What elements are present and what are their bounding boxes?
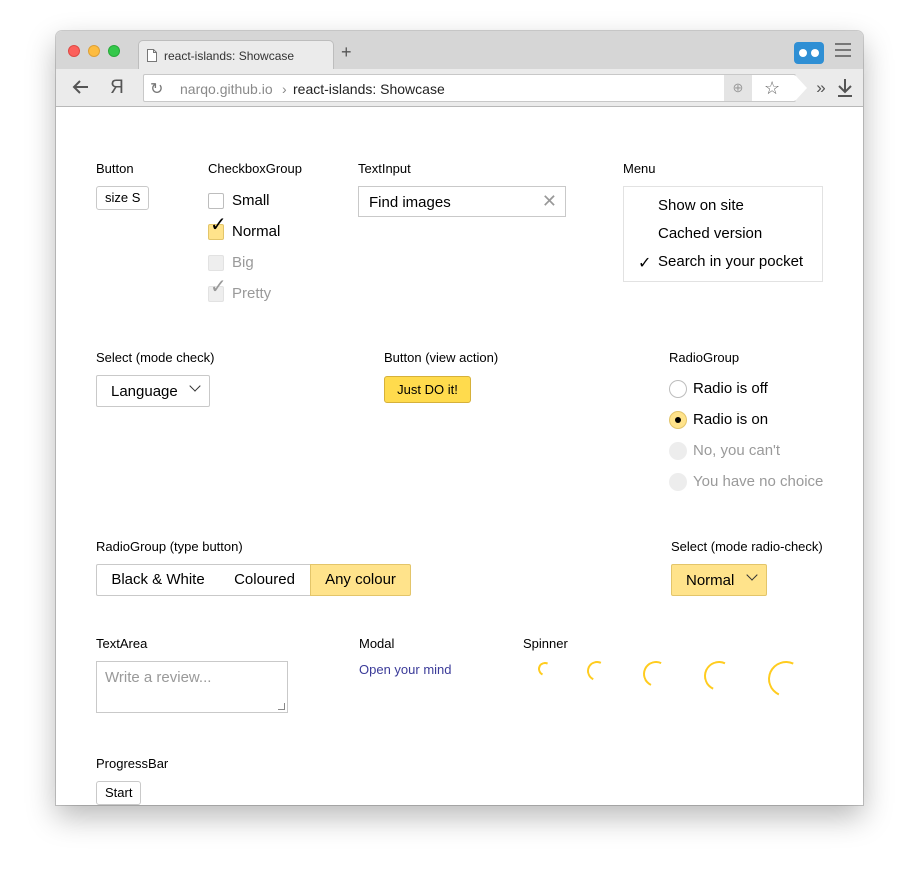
address-bar[interactable]: ↻ narqo.github.io › react-islands: Showc… bbox=[143, 74, 807, 102]
url-domain: narqo.github.io bbox=[180, 81, 273, 97]
page-content: Button size S CheckboxGroup Small ✓ Norm… bbox=[56, 108, 863, 805]
tab-strip: react-islands: Showcase + bbox=[56, 31, 863, 70]
radio-label: Radio is off bbox=[693, 380, 768, 397]
tab-showcase[interactable]: react-islands: Showcase bbox=[138, 40, 334, 70]
menu-item-show-on-site[interactable]: Show on site bbox=[658, 197, 744, 214]
clear-icon[interactable]: ✕ bbox=[542, 192, 557, 210]
search-input[interactable]: Find images ✕ bbox=[358, 186, 566, 217]
select-label: Language bbox=[111, 383, 178, 400]
checkbox-label: Normal bbox=[232, 223, 281, 240]
close-window-button[interactable] bbox=[68, 45, 80, 57]
browser-window: react-islands: Showcase + Я ↻ narqo.gith… bbox=[56, 31, 863, 805]
spinner-xs bbox=[536, 660, 554, 678]
section-title-textarea: TextArea bbox=[96, 636, 148, 651]
more-button[interactable]: » bbox=[811, 78, 831, 98]
search-input-value: Find images bbox=[369, 194, 451, 211]
checkbox-label: Small bbox=[232, 192, 270, 209]
spinner-l bbox=[699, 656, 739, 696]
download-icon[interactable] bbox=[835, 78, 855, 98]
browser-toolbar: Я ↻ narqo.github.io › react-islands: Sho… bbox=[56, 69, 863, 107]
section-title-radio-group-button: RadioGroup (type button) bbox=[96, 539, 243, 554]
url-title: react-islands: Showcase bbox=[293, 81, 445, 97]
minimize-window-button[interactable] bbox=[88, 45, 100, 57]
section-title-select-check: Select (mode check) bbox=[96, 350, 215, 365]
segment-coloured[interactable]: Coloured bbox=[219, 564, 311, 596]
reload-icon[interactable]: ↻ bbox=[150, 79, 163, 99]
checkmark-icon: ✓ bbox=[210, 214, 227, 236]
page-icon bbox=[147, 49, 157, 62]
section-title-button-action: Button (view action) bbox=[384, 350, 499, 365]
checkbox-label: Big bbox=[232, 254, 254, 271]
yandex-logo[interactable]: Я bbox=[107, 78, 127, 98]
section-title-text-input: TextInput bbox=[358, 161, 411, 176]
section-title-spinner: Spinner bbox=[523, 636, 568, 651]
radio-label: You have no choice bbox=[693, 473, 824, 490]
section-title-radio-group: RadioGroup bbox=[669, 350, 740, 365]
chevron-down-icon bbox=[746, 569, 758, 581]
menu: Show on site Cached version ✓ Search in … bbox=[623, 186, 823, 282]
menu-icon[interactable] bbox=[835, 43, 851, 57]
segment-any-colour[interactable]: Any colour bbox=[310, 564, 411, 596]
section-title-menu: Menu bbox=[623, 161, 656, 176]
section-title-progressbar: ProgressBar bbox=[96, 756, 169, 771]
size-select[interactable]: Normal bbox=[671, 564, 767, 596]
radio-label: No, you can't bbox=[693, 442, 781, 459]
zoom-window-button[interactable] bbox=[108, 45, 120, 57]
back-arrow-icon[interactable] bbox=[71, 78, 91, 98]
resize-handle[interactable] bbox=[278, 703, 285, 710]
chevron-down-icon bbox=[189, 380, 201, 392]
menu-item-cached-version[interactable]: Cached version bbox=[658, 225, 762, 242]
just-do-it-button[interactable]: Just DO it! bbox=[384, 376, 471, 403]
tab-title: react-islands: Showcase bbox=[164, 49, 295, 63]
section-title-checkbox-group: CheckboxGroup bbox=[208, 161, 302, 176]
cassette-extension-icon[interactable] bbox=[794, 42, 824, 64]
start-button[interactable]: Start bbox=[96, 781, 142, 805]
spinner-m bbox=[639, 657, 673, 691]
checkmark-icon: ✓ bbox=[638, 255, 652, 272]
size-s-button[interactable]: size S bbox=[96, 186, 150, 210]
open-modal-link[interactable]: Open your mind bbox=[359, 662, 452, 677]
checkbox-label: Pretty bbox=[232, 285, 272, 302]
segment-black-white[interactable]: Black & White bbox=[96, 564, 220, 596]
globe-icon[interactable]: ⊕ bbox=[724, 75, 752, 101]
radio-label: Radio is on bbox=[693, 411, 769, 428]
section-title-modal: Modal bbox=[359, 636, 395, 651]
language-select[interactable]: Language bbox=[96, 375, 210, 407]
textarea-placeholder: Write a review... bbox=[105, 669, 212, 686]
section-title-button: Button bbox=[96, 161, 134, 176]
select-label: Normal bbox=[686, 572, 735, 589]
review-textarea[interactable]: Write a review... bbox=[96, 661, 288, 713]
star-icon[interactable]: ☆ bbox=[764, 78, 780, 99]
new-tab-button[interactable]: + bbox=[341, 43, 352, 61]
menu-item-search-in-pocket[interactable]: Search in your pocket bbox=[658, 253, 803, 270]
spinner-s bbox=[584, 658, 610, 684]
section-title-select-radio-check: Select (mode radio-check) bbox=[671, 539, 823, 554]
spinner-xl bbox=[762, 655, 810, 703]
url-separator: › bbox=[282, 81, 287, 97]
checkmark-icon: ✓ bbox=[210, 276, 227, 298]
